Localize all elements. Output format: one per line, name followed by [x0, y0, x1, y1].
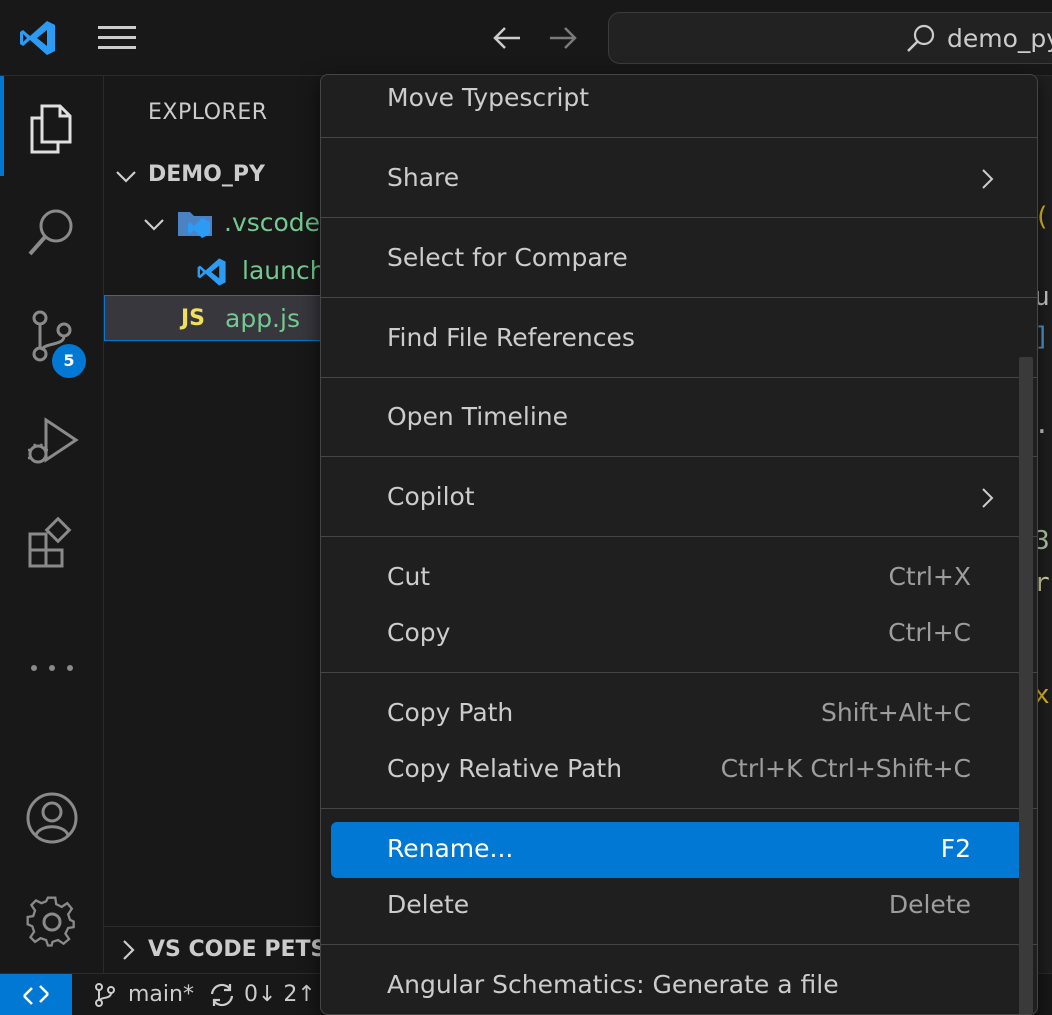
menu-item-rename[interactable]: Rename... F2 — [331, 822, 1027, 878]
more-icon — [31, 665, 73, 671]
vscode-folder-icon — [178, 212, 212, 238]
vscode-pets-section[interactable]: VS CODE PETS — [104, 926, 334, 972]
search-activity[interactable] — [0, 180, 104, 280]
files-icon — [30, 104, 72, 154]
js-file-icon: JS — [181, 306, 206, 331]
menu-separator — [321, 808, 1037, 809]
sidebar-title: EXPLORER — [148, 100, 268, 125]
menu-separator — [321, 217, 1037, 218]
menu-item-label: Cut — [387, 562, 431, 591]
vscode-logo-icon — [20, 21, 55, 55]
command-center-text: demo_py — [947, 24, 1052, 53]
run-debug-icon — [28, 417, 79, 464]
chevron-right-icon — [982, 169, 994, 189]
sync-label: 0↓ 2↑ — [244, 982, 316, 1007]
menu-item-shortcut: F2 — [940, 834, 971, 863]
menu-separator — [321, 297, 1037, 298]
title-bar: demo_py — [0, 0, 1052, 76]
sync-button[interactable]: 0↓ 2↑ — [208, 980, 318, 1010]
menu-item-share[interactable]: Share — [331, 151, 1027, 207]
extensions-icon — [28, 516, 72, 568]
activity-bar: 5 — [0, 76, 104, 973]
menu-scrollbar[interactable] — [1019, 357, 1033, 1014]
arrow-left-icon[interactable] — [490, 22, 524, 54]
menu-item-delete[interactable]: Delete Delete — [331, 878, 1027, 934]
more-activity[interactable] — [0, 596, 104, 696]
menu-item-shortcut: Ctrl+X — [888, 562, 971, 591]
menu-item-label: Angular Schematics: Generate a file — [387, 970, 839, 999]
menu-item-angular-schematics[interactable]: Angular Schematics: Generate a file — [331, 958, 1027, 1014]
menu-item-find-file-references[interactable]: Find File References — [331, 311, 1027, 367]
tree-item-launch-file[interactable]: launch — [104, 248, 334, 294]
menu-item-label: Delete — [387, 890, 470, 919]
search-icon — [907, 24, 935, 52]
tree-item-label: .vscode — [224, 208, 321, 237]
accounts-activity[interactable] — [0, 766, 104, 866]
remote-button[interactable] — [0, 974, 72, 1015]
source-control-badge: 5 — [52, 344, 86, 378]
menu-item-copy-relative-path[interactable]: Copy Relative Path Ctrl+K Ctrl+Shift+C — [331, 742, 1027, 798]
source-control-activity[interactable]: 5 — [0, 284, 104, 384]
menu-separator — [321, 137, 1037, 138]
menu-item-label: Copy — [387, 618, 451, 647]
active-indicator — [0, 76, 4, 176]
tree-item-vscode-folder[interactable]: .vscode — [104, 200, 334, 246]
menu-item-label: Move Typescript — [387, 83, 590, 112]
menu-separator — [321, 377, 1037, 378]
menu-item-shortcut: Ctrl+C — [888, 618, 971, 647]
root-folder-label: DEMO_PY — [148, 162, 265, 187]
branch-label: main* — [128, 982, 194, 1007]
menu-item-copy[interactable]: Copy Ctrl+C — [331, 606, 1027, 662]
search-icon — [28, 209, 73, 256]
menu-item-shortcut: Shift+Alt+C — [820, 698, 971, 727]
gear-icon — [26, 896, 75, 947]
menu-item-select-for-compare[interactable]: Select for Compare — [331, 231, 1027, 287]
vscode-window: demo_py 5 EXPLORER DEMO_PY .vscode launc… — [0, 0, 1052, 1015]
explorer-sidebar: EXPLORER DEMO_PY .vscode launch JS app.j… — [104, 76, 334, 973]
menu-item-label: Copy Path — [387, 698, 514, 727]
tree-item-label: launch — [242, 256, 326, 285]
extensions-activity[interactable] — [0, 492, 104, 592]
menu-separator — [321, 944, 1037, 945]
chevron-right-icon — [123, 940, 135, 960]
menu-item-label: Find File References — [387, 323, 635, 352]
menu-item-label: Share — [387, 163, 460, 192]
menu-icon[interactable] — [98, 24, 136, 52]
git-branch-icon — [95, 983, 115, 1007]
menu-item-label: Copilot — [387, 482, 475, 511]
context-menu: Move Typescript Share Select for Compare… — [320, 74, 1038, 1015]
menu-separator — [321, 456, 1037, 457]
tree-item-app-js[interactable]: JS app.js — [104, 295, 334, 341]
menu-separator — [321, 672, 1037, 673]
command-center[interactable]: demo_py — [608, 12, 1052, 64]
pets-section-label: VS CODE PETS — [148, 937, 327, 962]
arrow-right-icon[interactable] — [546, 22, 580, 54]
menu-item-open-timeline[interactable]: Open Timeline — [331, 390, 1027, 446]
tree-item-label: app.js — [225, 304, 300, 333]
remote-icon — [23, 985, 49, 1005]
menu-item-move-typescript[interactable]: Move Typescript — [331, 75, 1027, 127]
menu-item-label: Rename... — [387, 834, 514, 863]
manage-activity[interactable] — [0, 870, 104, 970]
menu-item-label: Copy Relative Path — [387, 754, 623, 783]
run-debug-activity[interactable] — [0, 388, 104, 488]
account-icon — [26, 792, 78, 844]
menu-item-copy-path[interactable]: Copy Path Shift+Alt+C — [331, 686, 1027, 742]
menu-item-cut[interactable]: Cut Ctrl+X — [331, 550, 1027, 606]
chevron-down-icon — [116, 171, 136, 183]
tree-root-folder[interactable]: DEMO_PY — [104, 152, 334, 198]
menu-item-label: Select for Compare — [387, 243, 628, 272]
menu-item-shortcut: Delete — [888, 890, 971, 919]
menu-item-label: Open Timeline — [387, 402, 569, 431]
explorer-activity[interactable] — [0, 76, 104, 176]
vscode-file-icon — [197, 258, 226, 286]
chevron-down-icon — [144, 219, 164, 231]
menu-separator — [321, 536, 1037, 537]
chevron-right-icon — [982, 488, 994, 508]
sync-icon — [210, 983, 234, 1007]
menu-item-copilot[interactable]: Copilot — [331, 470, 1027, 526]
menu-item-shortcut: Ctrl+K Ctrl+Shift+C — [720, 754, 971, 783]
